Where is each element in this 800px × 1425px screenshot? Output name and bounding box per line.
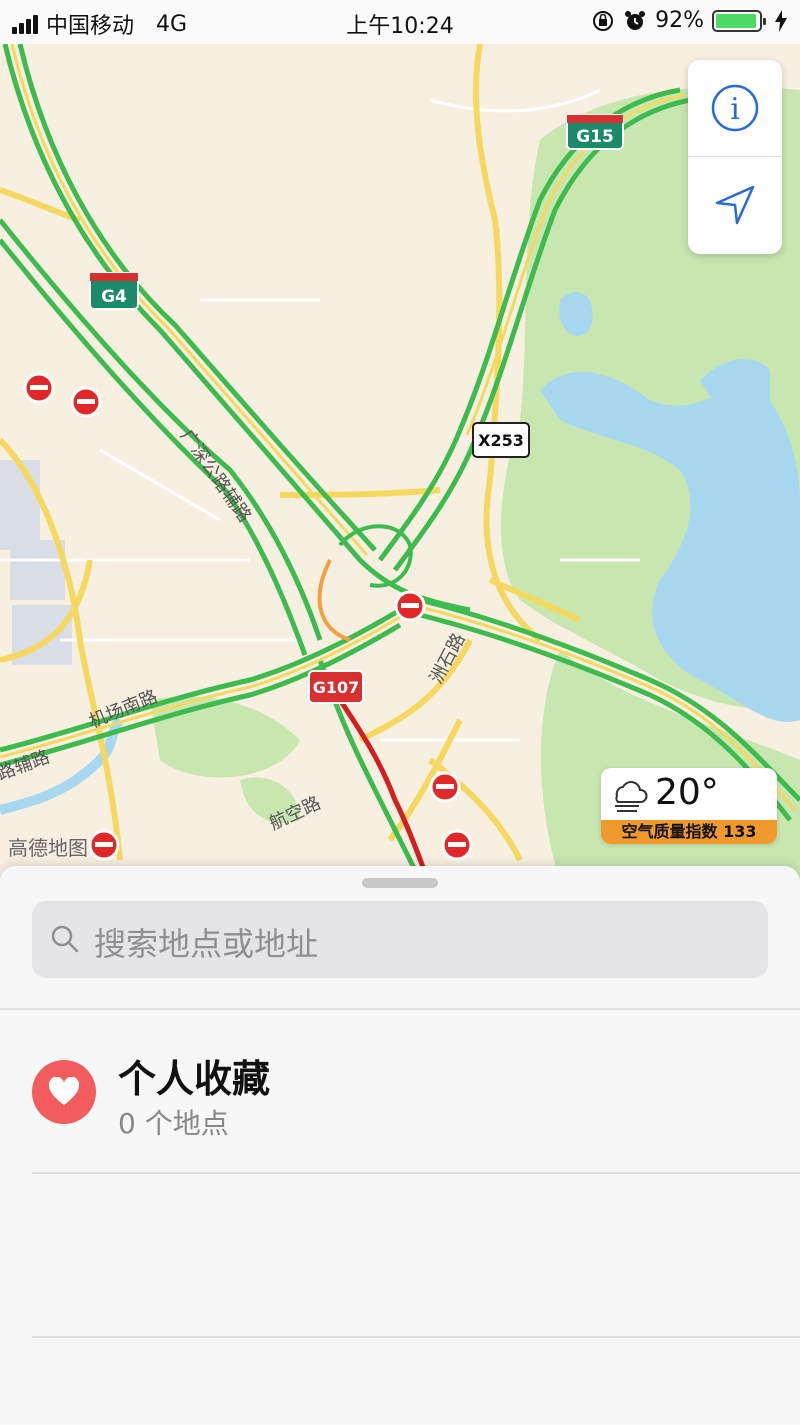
map-watermark: 高德地图	[8, 836, 88, 860]
road-shield-g4: G4	[89, 272, 139, 310]
heart-icon	[48, 1077, 80, 1105]
svg-text:G107: G107	[313, 678, 360, 697]
location-arrow-icon	[715, 185, 755, 225]
info-button[interactable]: i	[688, 60, 782, 156]
no-entry-icon	[70, 386, 102, 418]
battery-percent: 92%	[655, 8, 704, 33]
temperature: 20°	[655, 772, 719, 813]
alarm-icon	[625, 10, 646, 30]
favorites-title: 个人收藏	[118, 1057, 271, 1101]
road-shield-g15: G15	[566, 114, 624, 150]
sheet-grabber[interactable]	[362, 878, 438, 888]
search-placeholder: 搜索地点或地址	[94, 925, 319, 963]
info-icon: i	[711, 84, 759, 132]
aqi-badge: 空气质量指数 133	[601, 820, 777, 844]
no-entry-icon	[441, 829, 473, 861]
road-label: 路辅路	[0, 746, 52, 784]
road-label: 广深公路辅路	[176, 426, 255, 527]
building-block	[0, 460, 40, 550]
road-shield-g107: G107	[308, 670, 364, 704]
svg-text:G4: G4	[101, 287, 127, 307]
road-label: 洲石路	[426, 630, 470, 688]
svg-text:X253: X253	[478, 431, 524, 450]
battery-icon	[712, 9, 766, 32]
cloud-fog-icon	[615, 781, 648, 812]
divider	[0, 1008, 800, 1010]
road-label: 机场南路	[86, 686, 161, 732]
divider	[32, 1336, 800, 1338]
bottom-sheet: 搜索地点或地址 个人收藏 0 个地点	[0, 866, 800, 1425]
map-view[interactable]: 广深公路辅路 机场南路 洲石路 航空路 路辅路 G15 G4 X253 G107	[0, 44, 800, 880]
svg-text:G15: G15	[576, 127, 614, 147]
map-canvas: 广深公路辅路 机场南路 洲石路 航空路 路辅路 G15 G4 X253 G107	[0, 44, 800, 880]
search-icon	[51, 925, 79, 953]
svg-text:i: i	[730, 92, 740, 127]
charging-bolt-icon	[775, 9, 787, 32]
no-entry-icon	[394, 590, 426, 622]
favorites-badge	[32, 1060, 96, 1124]
no-entry-icon	[23, 372, 55, 404]
status-bar: 中国移动 4G 上午10:24 92%	[0, 0, 800, 44]
search-field[interactable]: 搜索地点或地址	[32, 901, 768, 978]
weather-widget[interactable]: 20° 空气质量指数 133	[601, 768, 777, 844]
favorites-count: 0 个地点	[118, 1107, 229, 1140]
no-entry-icon	[429, 771, 461, 803]
clock: 上午10:24	[346, 14, 454, 39]
rotation-lock-icon	[593, 10, 614, 31]
divider	[32, 1172, 800, 1174]
no-entry-icon	[88, 829, 120, 861]
locate-button[interactable]	[688, 157, 782, 253]
map-controls: i	[688, 60, 782, 254]
road-shield-x253: X253	[472, 422, 530, 458]
